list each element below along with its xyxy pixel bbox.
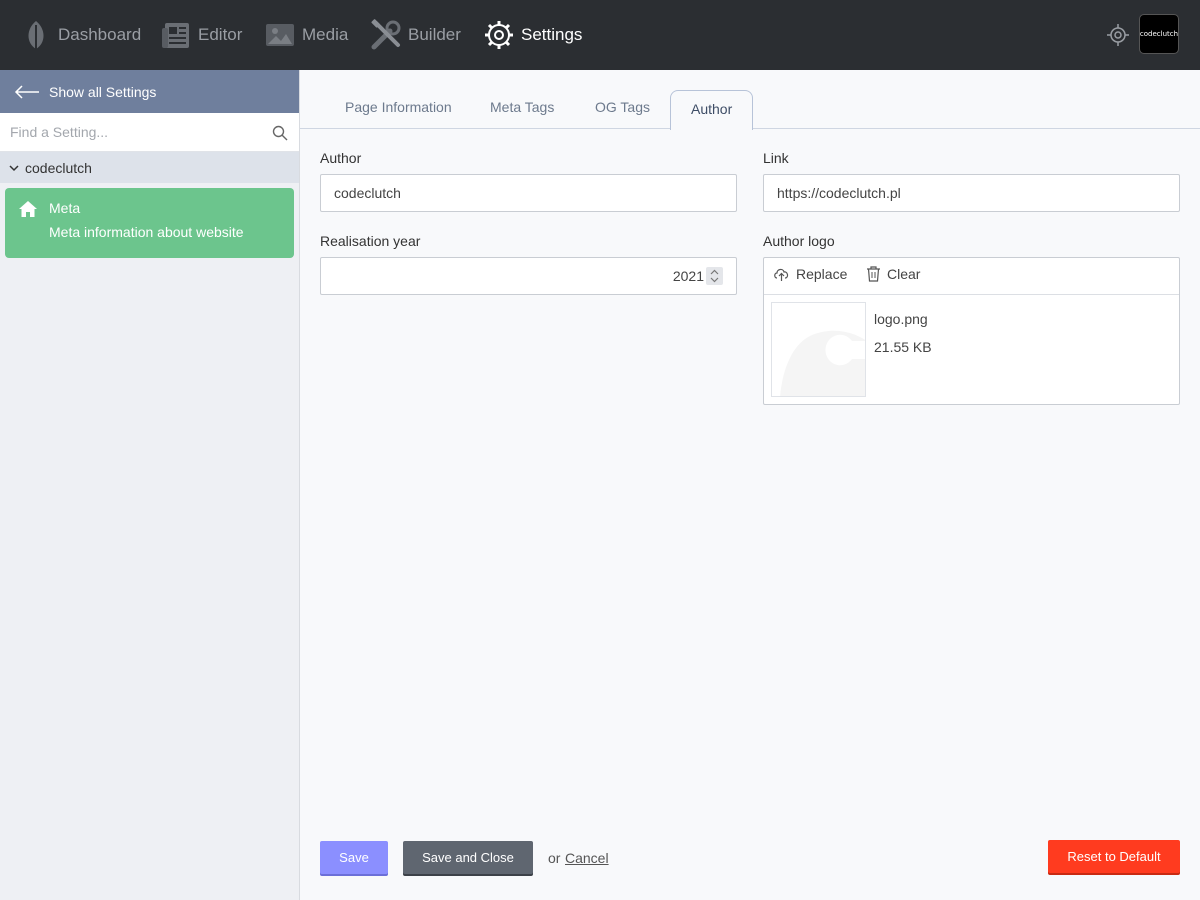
- tab-author[interactable]: Author: [670, 90, 754, 130]
- settings-group-label: codeclutch: [25, 159, 92, 176]
- link-input[interactable]: [763, 174, 1180, 212]
- tab-meta-tags[interactable]: Meta Tags: [490, 99, 554, 115]
- replace-logo-button[interactable]: Replace: [773, 266, 847, 282]
- leaf-icon: [20, 19, 52, 51]
- setting-search-input[interactable]: [0, 113, 250, 151]
- save-button[interactable]: Save: [320, 841, 388, 874]
- or-text: or: [548, 850, 561, 866]
- nav-builder-label: Builder: [408, 25, 461, 44]
- realisation-year-input[interactable]: 2021: [320, 257, 737, 295]
- clear-label: Clear: [887, 266, 921, 282]
- cancel-link[interactable]: Cancel: [565, 850, 609, 866]
- reset-to-default-button[interactable]: Reset to Default: [1048, 840, 1180, 873]
- nav-editor[interactable]: Editor: [160, 0, 242, 70]
- realisation-year-label: Realisation year: [320, 233, 421, 249]
- author-field-label: Author: [320, 150, 362, 166]
- logo-file-name: logo.png: [874, 311, 928, 327]
- clear-logo-button[interactable]: Clear: [866, 266, 920, 282]
- nav-dashboard[interactable]: Dashboard: [20, 0, 141, 70]
- settings-tabs: Page Information Meta Tags OG Tags Autho…: [300, 70, 1200, 130]
- gear-icon: [483, 19, 515, 51]
- home-icon: [19, 201, 37, 217]
- logo-file-size: 21.55 KB: [874, 339, 932, 355]
- tab-page-information[interactable]: Page Information: [345, 99, 452, 115]
- author-input[interactable]: [320, 174, 737, 212]
- sidebar-item-meta[interactable]: Meta Meta information about website: [5, 188, 294, 258]
- avatar[interactable]: codeclutch: [1139, 14, 1179, 54]
- stepper-arrows-icon: [710, 269, 719, 283]
- show-all-settings-button[interactable]: Show all Settings: [0, 70, 299, 113]
- crosshair-icon[interactable]: [1106, 23, 1130, 47]
- logo-thumbnail[interactable]: [771, 302, 866, 397]
- sidebar-item-meta-description: Meta information about website: [49, 224, 244, 240]
- show-all-settings-label: Show all Settings: [49, 83, 157, 100]
- author-logo-uploader: Replace Clear logo.png 21.55 KB: [763, 257, 1180, 405]
- chevron-down-icon: [9, 164, 19, 171]
- top-navigation-bar: Dashboard Editor Media Builder Settings …: [0, 0, 1200, 70]
- settings-sidebar: Show all Settings codeclutch Meta Meta i…: [0, 70, 300, 900]
- author-logo-label: Author logo: [763, 233, 835, 249]
- image-icon: [264, 19, 296, 51]
- realisation-year-value: 2021: [672, 268, 704, 284]
- nav-media[interactable]: Media: [264, 0, 348, 70]
- newspaper-icon: [160, 19, 192, 51]
- setting-search-box: [0, 113, 299, 152]
- nav-builder[interactable]: Builder: [370, 0, 461, 70]
- nav-settings-label: Settings: [521, 25, 583, 44]
- number-stepper[interactable]: [706, 267, 723, 285]
- sidebar-item-meta-title: Meta: [49, 200, 81, 216]
- settings-group-codeclutch[interactable]: codeclutch: [0, 152, 299, 183]
- replace-label: Replace: [796, 266, 848, 282]
- arrow-left-icon: [14, 84, 39, 99]
- settings-main-panel: Page Information Meta Tags OG Tags Autho…: [300, 70, 1200, 900]
- codeclutch-logo-image: [780, 330, 865, 396]
- nav-dashboard-label: Dashboard: [58, 25, 142, 44]
- nav-settings[interactable]: Settings: [483, 0, 582, 70]
- trash-icon: [867, 266, 880, 282]
- nav-editor-label: Editor: [198, 25, 243, 44]
- link-field-label: Link: [763, 150, 789, 166]
- search-icon[interactable]: [272, 125, 288, 141]
- tools-icon: [370, 19, 402, 51]
- save-and-close-button[interactable]: Save and Close: [403, 841, 533, 874]
- logo-toolbar: Replace Clear: [764, 258, 1179, 295]
- cloud-upload-icon: [774, 268, 789, 281]
- tab-og-tags[interactable]: OG Tags: [595, 99, 650, 115]
- nav-media-label: Media: [302, 25, 349, 44]
